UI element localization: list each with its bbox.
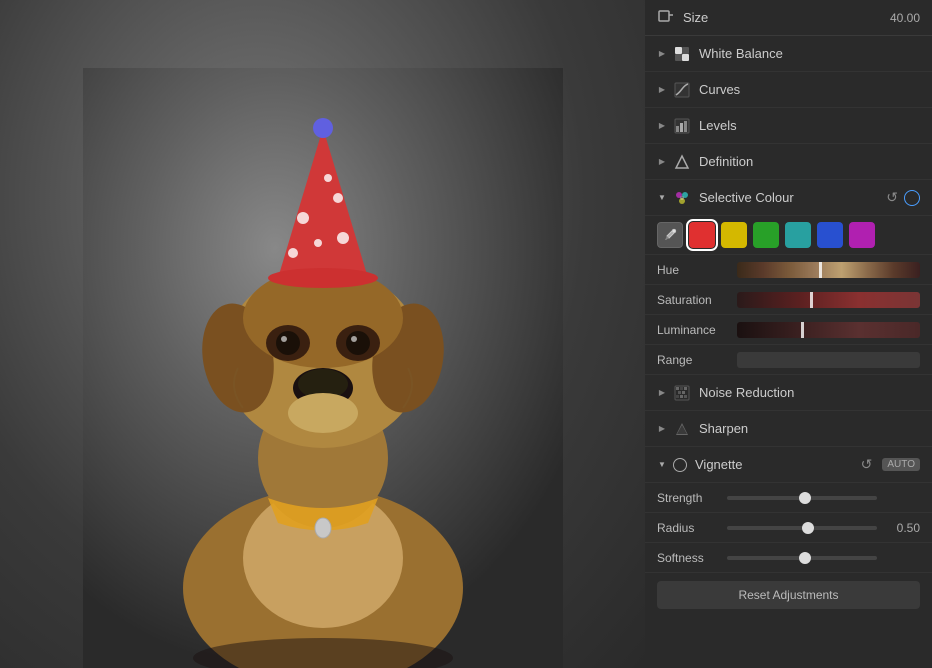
softness-row: Softness xyxy=(645,543,932,573)
size-row[interactable]: Size 40.00 xyxy=(645,0,932,36)
range-slider[interactable] xyxy=(737,352,920,368)
swatches-row xyxy=(645,216,932,255)
sharpen-label: Sharpen xyxy=(699,421,920,436)
levels-row[interactable]: Levels xyxy=(645,108,932,144)
photo-area xyxy=(0,0,645,668)
vignette-chevron xyxy=(657,460,667,470)
range-label: Range xyxy=(657,353,737,367)
eyedropper-button[interactable] xyxy=(657,222,683,248)
reset-adjustments-button[interactable]: Reset Adjustments xyxy=(657,581,920,609)
range-row: Range xyxy=(645,345,932,375)
selective-colour-reset[interactable]: ↺ xyxy=(886,189,898,206)
swatch-red[interactable] xyxy=(689,222,715,248)
saturation-row: Saturation xyxy=(645,285,932,315)
white-balance-icon xyxy=(673,45,691,63)
hue-slider[interactable] xyxy=(737,262,920,278)
noise-reduction-row[interactable]: Noise Reduction xyxy=(645,375,932,411)
dog-photo xyxy=(83,68,563,668)
saturation-label: Saturation xyxy=(657,293,737,307)
saturation-slider[interactable] xyxy=(737,292,920,308)
vignette-icon xyxy=(673,458,687,472)
vignette-label: Vignette xyxy=(695,457,861,472)
noise-reduction-icon xyxy=(673,384,691,402)
white-balance-chevron xyxy=(657,49,667,59)
swatch-yellow[interactable] xyxy=(721,222,747,248)
curves-row[interactable]: Curves xyxy=(645,72,932,108)
sharpen-chevron xyxy=(657,424,667,434)
hue-row: Hue xyxy=(645,255,932,285)
swatch-magenta[interactable] xyxy=(849,222,875,248)
sharpen-row[interactable]: Sharpen xyxy=(645,411,932,447)
selective-colour-actions: ↺ xyxy=(886,189,920,206)
luminance-slider[interactable] xyxy=(737,322,920,338)
softness-label: Softness xyxy=(657,551,727,565)
luminance-row: Luminance xyxy=(645,315,932,345)
selective-colour-header[interactable]: Selective Colour ↺ xyxy=(645,180,932,216)
noise-reduction-chevron xyxy=(657,388,667,398)
selective-colour-icon xyxy=(673,189,691,207)
strength-label: Strength xyxy=(657,491,727,505)
vignette-reset[interactable]: ↺ xyxy=(861,456,873,473)
definition-icon xyxy=(673,153,691,171)
swatch-cyan[interactable] xyxy=(785,222,811,248)
levels-chevron xyxy=(657,121,667,131)
brush-icon xyxy=(657,9,675,27)
hue-label: Hue xyxy=(657,263,737,277)
right-panel: Size 40.00 White Balance Curves xyxy=(645,0,932,668)
white-balance-row[interactable]: White Balance xyxy=(645,36,932,72)
luminance-label: Luminance xyxy=(657,323,737,337)
definition-row[interactable]: Definition xyxy=(645,144,932,180)
size-label: Size xyxy=(683,10,890,25)
definition-label: Definition xyxy=(699,154,920,169)
softness-slider[interactable] xyxy=(727,556,877,560)
size-value: 40.00 xyxy=(890,11,920,25)
vignette-auto-badge: AUTO xyxy=(882,458,920,471)
white-balance-label: White Balance xyxy=(699,46,920,61)
radius-slider[interactable] xyxy=(727,526,877,530)
selective-colour-chevron xyxy=(657,193,667,203)
vignette-actions: ↺ AUTO xyxy=(861,456,920,473)
strength-row: Strength xyxy=(645,483,932,513)
definition-chevron xyxy=(657,157,667,167)
strength-slider[interactable] xyxy=(727,496,877,500)
selective-colour-label: Selective Colour xyxy=(699,190,886,205)
swatch-blue[interactable] xyxy=(817,222,843,248)
radius-row: Radius 0.50 xyxy=(645,513,932,543)
radius-value: 0.50 xyxy=(885,521,920,535)
swatch-green[interactable] xyxy=(753,222,779,248)
levels-label: Levels xyxy=(699,118,920,133)
levels-icon xyxy=(673,117,691,135)
noise-reduction-label: Noise Reduction xyxy=(699,385,920,400)
curves-label: Curves xyxy=(699,82,920,97)
selective-colour-toggle[interactable] xyxy=(904,190,920,206)
sharpen-icon xyxy=(673,420,691,438)
vignette-header[interactable]: Vignette ↺ AUTO xyxy=(645,447,932,483)
curves-chevron xyxy=(657,85,667,95)
curves-icon xyxy=(673,81,691,99)
radius-label: Radius xyxy=(657,521,727,535)
